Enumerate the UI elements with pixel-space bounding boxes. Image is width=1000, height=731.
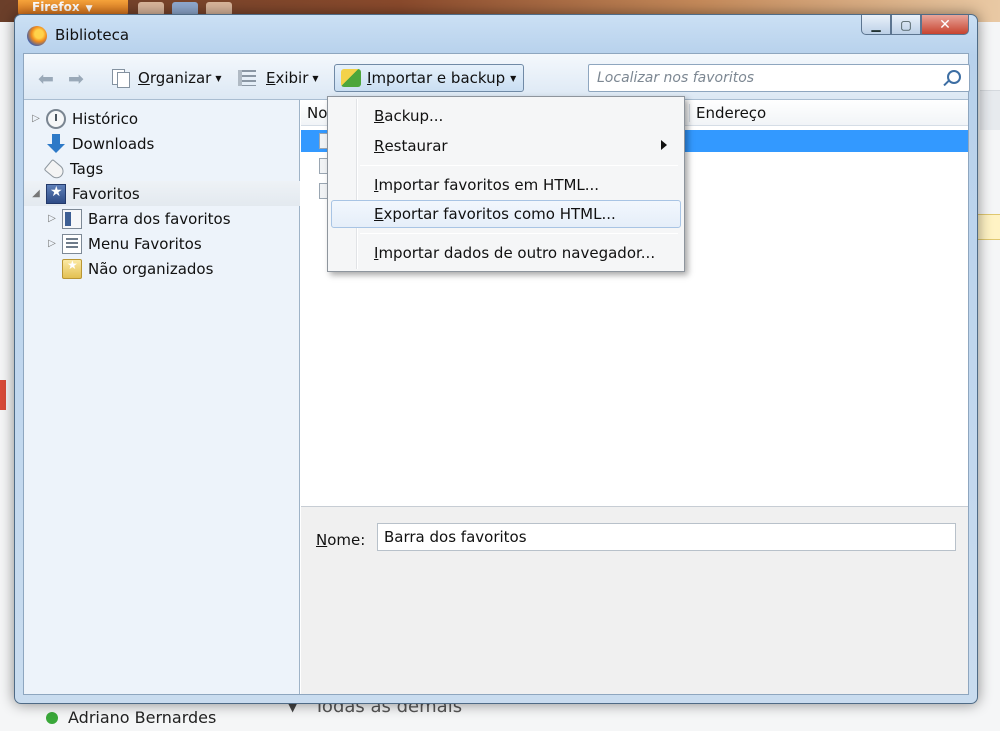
sidebar-item-label: Barra dos favoritos <box>88 209 231 228</box>
firefox-menu-label: Firefox <box>32 0 80 14</box>
background-user-name[interactable]: Adriano Bernardes <box>68 708 216 727</box>
close-button[interactable]: ✕ <box>921 15 969 35</box>
menu-item-label: ackup... <box>384 107 444 125</box>
sidebar-item-unsorted[interactable]: Não organizados <box>46 256 213 281</box>
search-box <box>588 64 970 92</box>
bookmarks-menu-icon <box>62 233 82 254</box>
view-button[interactable]: Exibir ▼ <box>238 66 319 90</box>
maximize-button[interactable]: ▢ <box>891 15 921 35</box>
background-red-marker <box>0 380 6 410</box>
sidebar-item-bookmarks-menu[interactable]: ▷ Menu Favoritos <box>46 231 202 256</box>
minimize-button[interactable]: ▁ <box>861 15 891 35</box>
background-highlight <box>975 214 1000 240</box>
back-arrow-icon[interactable]: ⬅ <box>38 68 54 90</box>
maximize-icon: ▢ <box>900 17 912 32</box>
import-backup-button[interactable]: Importar e backup ▼ <box>334 64 524 92</box>
minimize-icon: ▁ <box>871 17 881 32</box>
menu-accesskey: E <box>374 205 384 223</box>
sidebar-tree: ▷ Histórico Downloads Tags ◢ Favoritos ▷ <box>24 100 300 694</box>
expand-arrow-icon[interactable]: ▷ <box>30 113 42 124</box>
menu-item-import-html[interactable]: Importar favoritos em HTML... <box>331 171 681 199</box>
column-header-name[interactable]: No <box>307 104 327 122</box>
close-icon: ✕ <box>939 16 951 33</box>
sidebar-item-label: Favoritos <box>72 184 140 203</box>
toolbar: ⬅ ➡ Organizar ▼ Exibir ▼ Importar e back… <box>24 54 970 100</box>
organize-label: rganizar <box>149 69 212 87</box>
name-label-text: ome: <box>327 531 366 549</box>
background-strip <box>980 90 1000 130</box>
bookmarks-toolbar-icon <box>62 208 82 229</box>
organize-button[interactable]: Organizar ▼ <box>112 66 222 90</box>
collapse-arrow-icon[interactable]: ◢ <box>30 188 42 199</box>
menu-item-label: estaurar <box>384 137 448 155</box>
menu-item-label: mportar favoritos em HTML... <box>378 176 600 194</box>
star-bookmarks-icon <box>46 183 66 204</box>
chevron-down-icon: ▼ <box>510 73 517 83</box>
sidebar-item-label: Não organizados <box>88 259 214 278</box>
chevron-down-icon: ▼ <box>85 4 93 14</box>
tag-icon <box>43 158 67 181</box>
column-header-address[interactable]: Endereço <box>689 104 766 122</box>
submenu-arrow-icon <box>661 140 667 150</box>
menu-separator <box>360 165 678 166</box>
menu-item-export-html[interactable]: Exportar favoritos como HTML... <box>331 200 681 228</box>
import-label: mportar e backup <box>371 69 506 87</box>
organize-icon <box>112 69 130 88</box>
view-label: xibir <box>275 69 309 87</box>
unsorted-bookmarks-icon <box>62 258 82 279</box>
sidebar-item-history[interactable]: ▷ Histórico <box>30 106 138 131</box>
import-backup-menu: Backup... Restaurar Importar favoritos e… <box>327 96 685 272</box>
sidebar-item-label: Menu Favoritos <box>88 234 202 253</box>
sidebar-item-favorites[interactable]: ◢ Favoritos <box>24 181 300 206</box>
menu-item-label: mportar dados de outro navegador... <box>378 244 656 262</box>
view-icon <box>238 70 256 86</box>
name-accesskey: N <box>316 531 328 549</box>
organize-accesskey: O <box>138 69 150 87</box>
sidebar-item-label: Histórico <box>72 109 139 128</box>
firefox-icon <box>27 26 47 46</box>
name-field[interactable] <box>377 523 956 551</box>
sidebar-item-label: Downloads <box>72 134 155 153</box>
clock-icon <box>46 108 66 129</box>
menu-item-restore[interactable]: Restaurar <box>331 132 681 160</box>
window-titlebar[interactable]: Biblioteca ▁ ▢ ✕ <box>15 15 977 53</box>
download-arrow-icon <box>46 133 66 154</box>
expand-arrow-icon[interactable]: ▷ <box>46 238 58 249</box>
menu-item-import-other-browser[interactable]: Importar dados de outro navegador... <box>331 239 681 267</box>
window-controls: ▁ ▢ ✕ <box>861 15 969 35</box>
window-title: Biblioteca <box>55 26 130 44</box>
view-accesskey: E <box>266 69 276 87</box>
forward-arrow-icon[interactable]: ➡ <box>68 68 84 90</box>
menu-accesskey: R <box>374 137 385 155</box>
sidebar-item-downloads[interactable]: Downloads <box>30 131 154 156</box>
menu-item-label: xportar favoritos como HTML... <box>383 205 616 223</box>
chevron-down-icon: ▼ <box>312 73 319 83</box>
search-icon[interactable] <box>947 70 961 84</box>
details-pane: Nome: <box>301 506 968 694</box>
sidebar-item-bookmarks-toolbar[interactable]: ▷ Barra dos favoritos <box>46 206 231 231</box>
chevron-down-icon: ▼ <box>215 73 222 83</box>
expand-arrow-icon[interactable]: ▷ <box>46 213 58 224</box>
sidebar-item-tags[interactable]: Tags <box>30 156 103 181</box>
menu-item-backup[interactable]: Backup... <box>331 102 681 130</box>
sidebar-item-label: Tags <box>70 159 104 178</box>
import-backup-icon <box>341 69 361 87</box>
name-label: Nome: <box>316 531 365 549</box>
menu-separator <box>360 233 678 234</box>
menu-accesskey: B <box>374 107 385 125</box>
search-input[interactable] <box>589 65 929 91</box>
online-status-icon <box>46 712 58 724</box>
